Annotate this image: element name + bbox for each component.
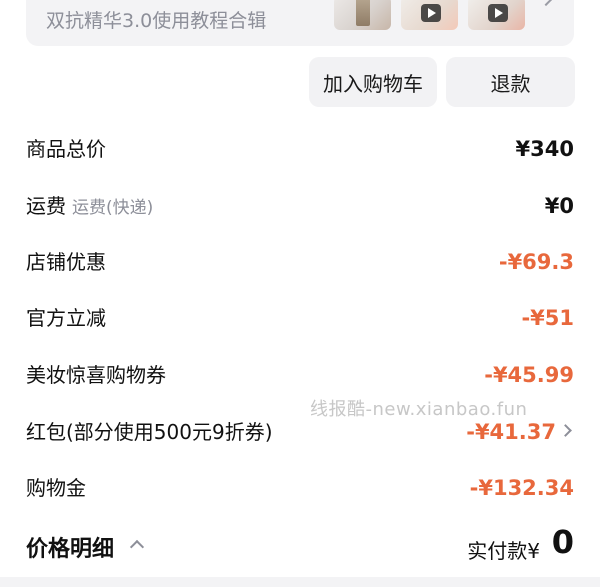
video-play-icon: [421, 4, 441, 22]
price-row-shipping: 运费 运费(快递) ¥0: [26, 186, 574, 226]
row-amount: -¥69.3: [498, 250, 574, 274]
product-bottle-icon: [356, 0, 370, 26]
row-amount: -¥45.99: [484, 363, 574, 387]
row-label: 购物金: [26, 476, 86, 500]
shipping-method: 运费(快递): [72, 198, 154, 218]
price-row-shopping-gold: 购物金 -¥132.34: [26, 468, 574, 508]
chevron-up-icon[interactable]: [129, 539, 145, 555]
row-label: 官方立减: [26, 306, 106, 330]
price-row-store-discount: 店铺优惠 -¥69.3: [26, 242, 574, 282]
thumbnail-video[interactable]: [401, 0, 458, 30]
row-amount: -¥132.34: [469, 476, 574, 500]
row-label: 店铺优惠: [26, 250, 106, 274]
price-detail-toggle[interactable]: 价格明细: [26, 531, 114, 563]
price-row-official-discount: 官方立减 -¥51: [26, 298, 574, 338]
price-row-beauty-coupon: 美妆惊喜购物券 -¥45.99: [26, 355, 574, 395]
add-to-cart-button[interactable]: 加入购物车: [309, 57, 437, 107]
price-detail-footer: 价格明细 实付款¥ 0: [26, 523, 574, 571]
bottom-divider: [0, 577, 600, 587]
watermark: 线报酷-new.xianbao.fun: [310, 399, 528, 420]
row-label: 商品总价: [26, 137, 106, 161]
tutorial-card[interactable]: 双抗精华3.0使用教程合辑: [26, 0, 574, 46]
price-row-total: 商品总价 ¥340: [26, 129, 574, 169]
video-play-icon: [488, 4, 508, 22]
row-label: 红包(部分使用500元9折券): [26, 420, 273, 444]
row-label: 运费 运费(快递): [26, 186, 153, 228]
row-label: 美妆惊喜购物券: [26, 363, 166, 387]
thumbnail-video[interactable]: [468, 0, 525, 30]
paid-value: 0: [551, 523, 574, 561]
paid-label: 实付款¥: [467, 539, 540, 563]
refund-button[interactable]: 退款: [446, 57, 575, 107]
tutorial-title: 双抗精华3.0使用教程合辑: [46, 10, 267, 32]
row-amount: -¥51: [521, 306, 574, 330]
shipping-label: 运费: [26, 194, 66, 218]
thumbnail-product[interactable]: [334, 0, 391, 30]
chevron-right-icon[interactable]: [559, 424, 572, 437]
row-amount: ¥340: [515, 137, 574, 161]
row-amount: ¥0: [544, 194, 574, 218]
